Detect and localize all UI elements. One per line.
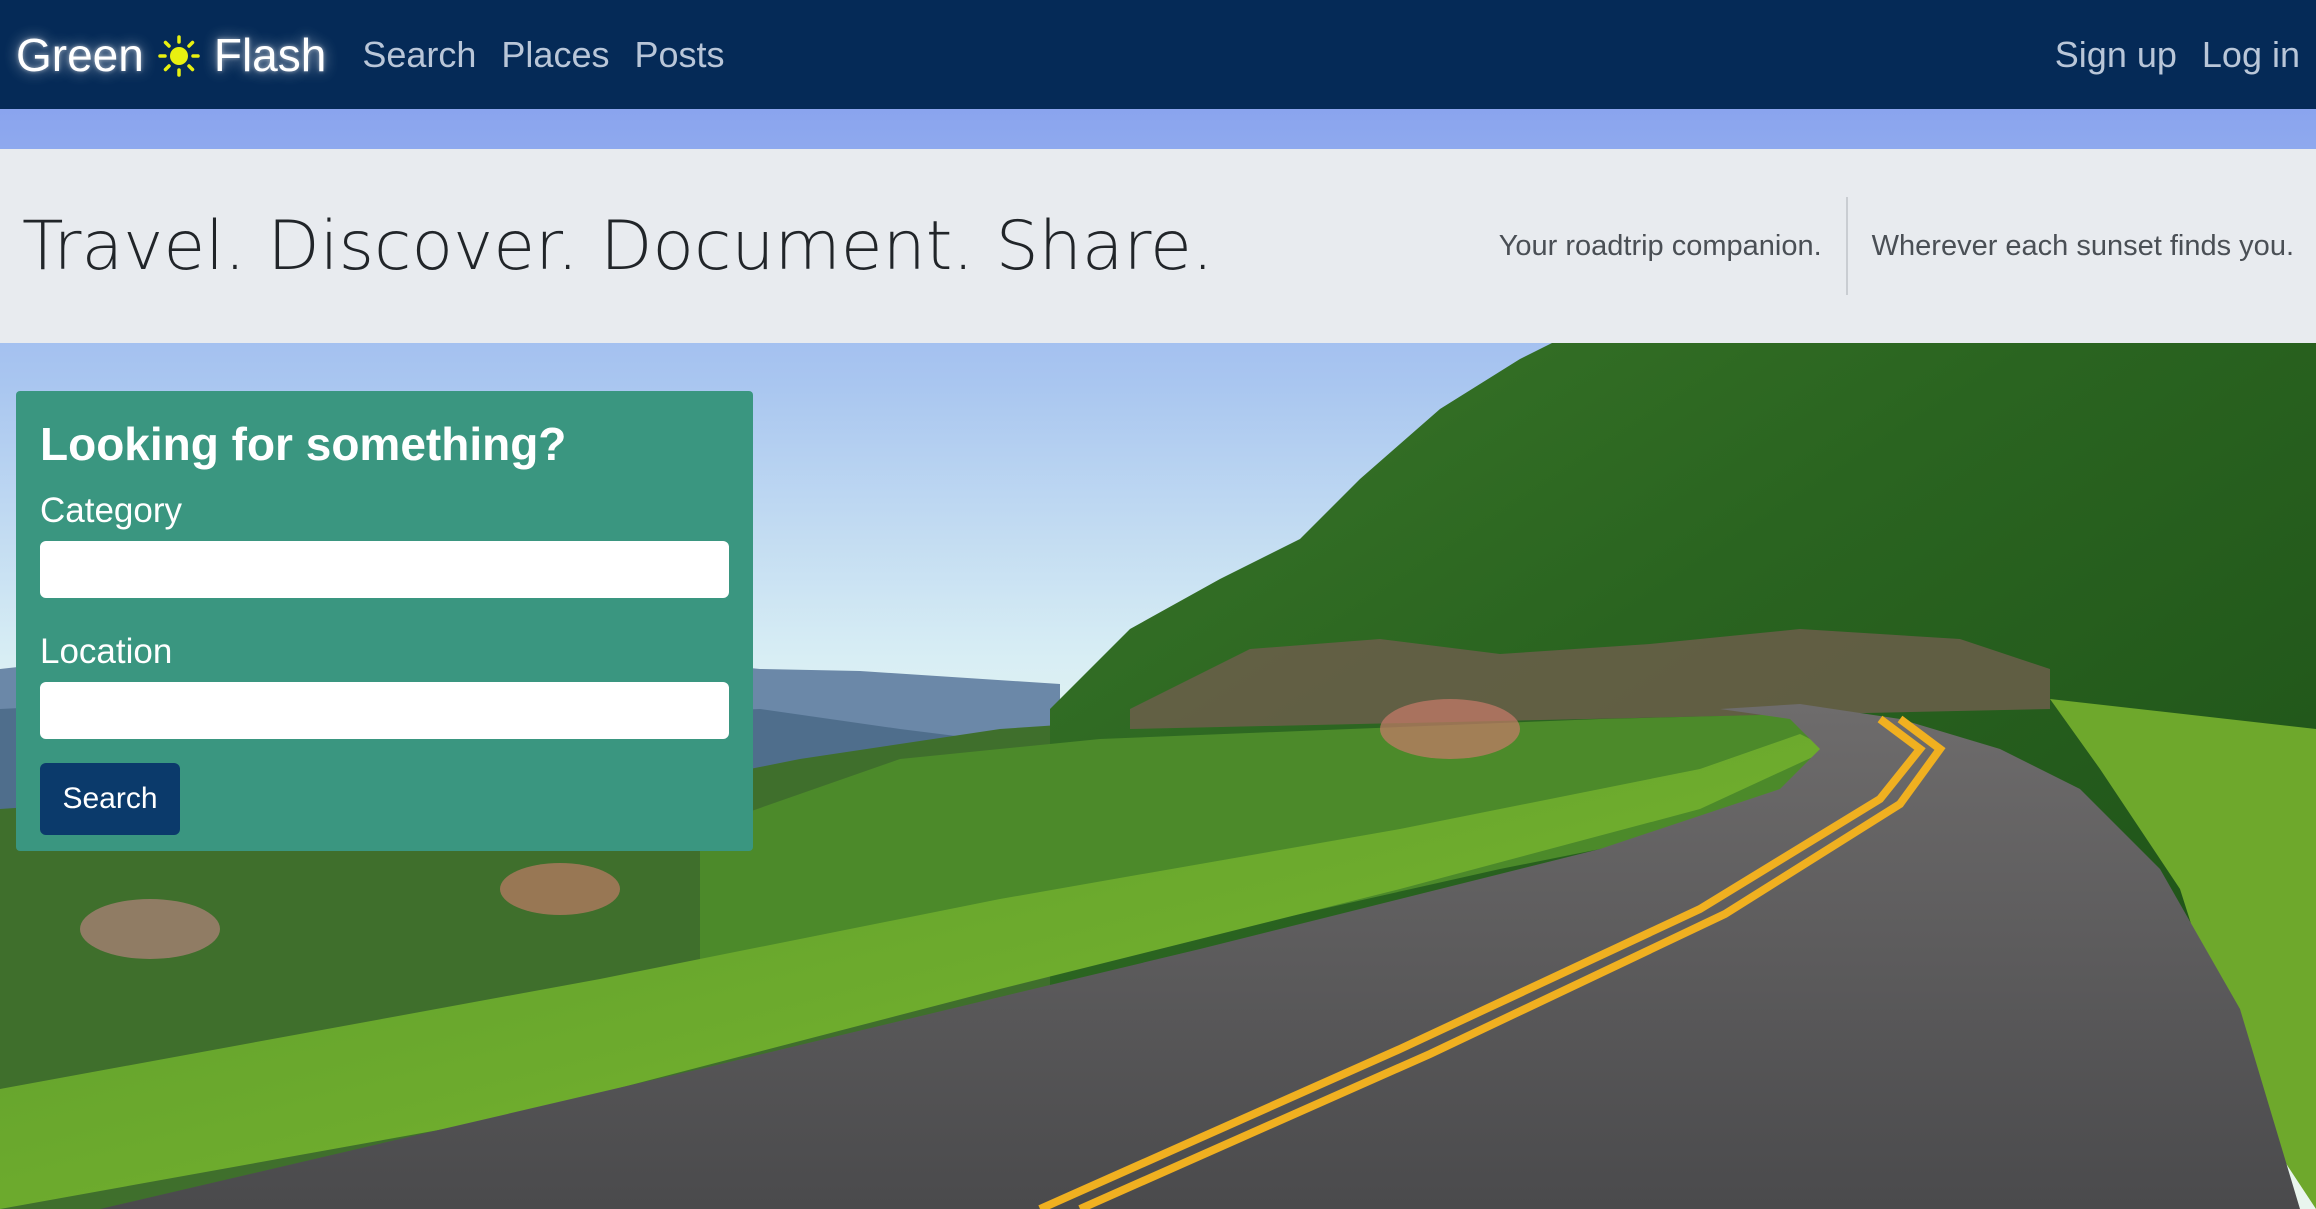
hero-title: Travel. Discover. Document. Share. (22, 206, 1214, 286)
search-card: Looking for something? Category Location… (16, 391, 753, 851)
brand-logo[interactable]: Green Flash (16, 0, 326, 109)
auth-links: Sign up Log in (2030, 34, 2300, 76)
category-label: Category (40, 491, 183, 530)
search-card-heading: Looking for something? (40, 418, 567, 470)
location-input[interactable] (40, 682, 729, 739)
nav-link-posts[interactable]: Posts (634, 34, 724, 76)
hero-taglines: Your roadtrip companion. Wherever each s… (1499, 197, 2294, 295)
brand-text-flash: Flash (213, 28, 327, 81)
tagline-sunset: Wherever each sunset finds you. (1871, 229, 2294, 262)
navbar: Green Flash Search Places Posts Sign up … (0, 0, 2316, 109)
tagline-divider (1845, 197, 1848, 295)
page: Green Flash Search Places Posts Sign up … (0, 0, 2316, 1209)
location-label: Location (40, 632, 173, 671)
category-input[interactable] (40, 541, 729, 598)
search-button[interactable]: Search (40, 763, 180, 835)
sign-up-link[interactable]: Sign up (2055, 34, 2177, 76)
nav-link-places[interactable]: Places (501, 34, 609, 76)
nav-link-search[interactable]: Search (362, 34, 476, 76)
brand-text-green: Green (16, 28, 144, 81)
log-in-link[interactable]: Log in (2202, 34, 2300, 76)
hero-banner: Travel. Discover. Document. Share. Your … (0, 149, 2316, 343)
sun-icon (158, 34, 200, 77)
tagline-roadtrip: Your roadtrip companion. (1498, 229, 1822, 262)
